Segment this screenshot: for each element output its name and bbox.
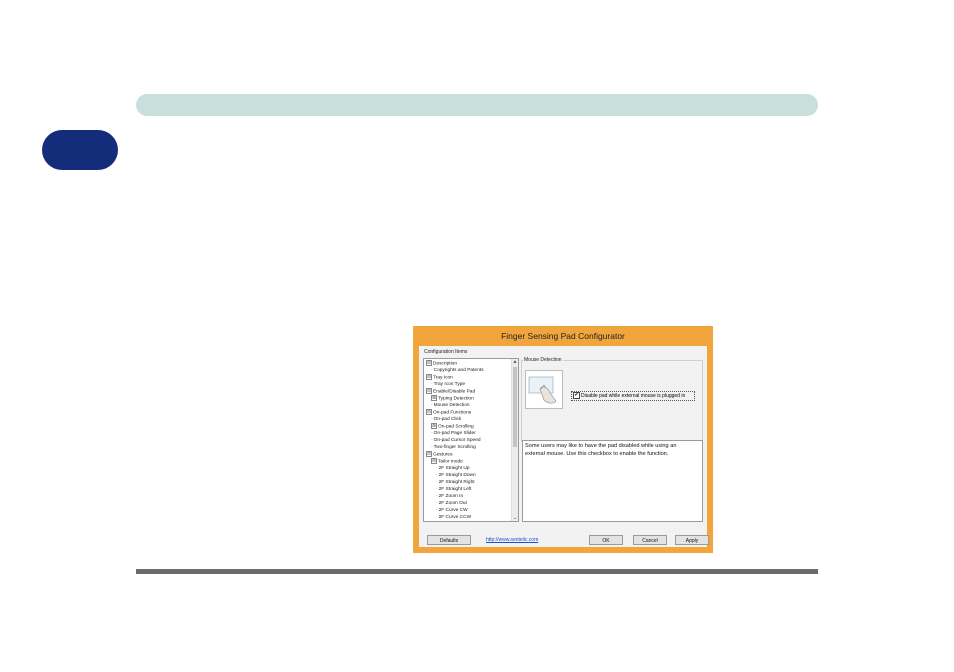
tree-item[interactable]: -2F Zoom Out [424,500,512,507]
tree-item[interactable]: -Two-finger Scrolling [424,444,512,451]
tree-item-label: Enable/Disable Pad [433,389,476,395]
tree-item-label: On-pad Functions [433,410,472,416]
scroll-thumb[interactable] [513,367,517,447]
tree-item[interactable]: ⊟ Tailor mode [424,458,512,465]
tree-connector-icon: - [431,431,433,436]
tree-connector-icon: - [436,494,438,499]
tree-item-label: Tray Icon Type [433,382,466,387]
tree-item[interactable]: -On-pad Cursor Speed [424,437,512,444]
tree-connector-icon: - [431,403,433,408]
tree-item-label: Mouse Detection [433,403,470,408]
tree-item-label: 2F Zoom In [438,494,464,499]
tree-item[interactable]: ⊟ Enable/Disable Pad [424,388,512,395]
tree-item-label: 2F Straight Up [438,466,470,471]
ok-button[interactable]: OK [589,535,623,545]
tree-item[interactable]: ⊟ Tray Icon [424,374,512,381]
expand-icon[interactable]: ⊞ [431,423,437,429]
footer-rule [136,569,818,574]
tree-item-label: Two-finger Scrolling [433,445,476,450]
touchpad-illustration-icon [525,370,563,409]
tree-item-label: Description [433,361,457,367]
tree-items: ⊟ Description -Copyrights and Patents ⊟ Tray… [424,360,512,521]
disable-pad-checkbox-row[interactable]: ✔ Disable pad while external mouse is plu… [571,391,695,401]
tree-connector-icon: - [431,445,433,450]
tree-connector-icon: - [436,515,438,520]
checkbox-label: Disable pad while external mouse is plug… [581,393,686,399]
tree-connector-icon: - [436,480,438,485]
expand-icon[interactable]: ⊞ [431,395,437,401]
tree-item[interactable]: ⊟ Description [424,360,512,367]
tree-item-label: Typing Detection [438,396,474,402]
tree-item[interactable]: -On-pad Page Slider [424,430,512,437]
tree-item-label: 2F Zoom Out [438,501,467,506]
config-items-label: Configuration Items [424,349,468,355]
scroll-up-icon[interactable]: ▲ [512,359,518,365]
tree-item[interactable]: -On-pad Click [424,416,512,423]
tree-item[interactable]: -2F Straight Down [424,472,512,479]
tree-item-label: Tray Icon [433,375,453,381]
tree-item-label: On-pad Cursor Speed [433,438,481,443]
tree-item[interactable]: -2F Zoom In [424,493,512,500]
tree-connector-icon: - [436,501,438,506]
description-text: Some users may like to have the pad disa… [525,443,677,457]
tree-connector-icon: - [436,508,438,513]
page-header-bar [136,94,818,116]
tree-item-label: 2F Curve CW [438,508,468,513]
tree-item-label: Copyrights and Patents [433,368,484,373]
cancel-button[interactable]: Cancel [633,535,667,545]
configurator-dialog: Finger Sensing Pad Configurator Configur… [413,326,713,553]
tree-item-label: On-pad Scrolling [438,424,474,430]
collapse-icon[interactable]: ⊟ [426,374,432,380]
tree-connector-icon: - [436,487,438,492]
tree-connector-icon: - [436,466,438,471]
tree-item-label: 2F Straight Down [438,473,476,478]
tree-item[interactable]: -Copyrights and Patents [424,367,512,374]
collapse-icon[interactable]: ⊟ [426,388,432,394]
tree-item-label: Gestures [433,452,453,458]
collapse-icon[interactable]: ⊟ [426,409,432,415]
disable-pad-checkbox[interactable]: ✔ [573,392,580,400]
tree-item-label: 2F Straight Left [438,487,472,492]
tree-item-label: 2F Straight Right [438,480,475,485]
tree-item[interactable]: -2F Straight Right [424,479,512,486]
tree-connector-icon: - [431,382,433,387]
dialog-title: Finger Sensing Pad Configurator [501,331,625,341]
tree-item[interactable]: -2F Curve CW [424,507,512,514]
collapse-icon[interactable]: ⊟ [426,360,432,366]
tree-connector-icon: - [431,417,433,422]
tree-item[interactable]: -2F Curve CCW [424,514,512,521]
tree-item[interactable]: -2F Straight Up [424,465,512,472]
tree-connector-icon: - [431,368,433,373]
tree-item[interactable]: -Tray Icon Type [424,381,512,388]
website-link[interactable]: http://www.sentelic.com [486,537,538,543]
dialog-body: Configuration Items ⊟ Description -Copyrig… [419,346,709,547]
description-box: Some users may like to have the pad disa… [522,440,703,522]
apply-button[interactable]: Apply [675,535,709,545]
tree-item-label: 2F Curve CCW [438,515,472,520]
tree-item[interactable]: -Mouse Detection [424,402,512,409]
tree-item-label: Tailor mode [438,459,463,465]
tree-item[interactable]: ⊟ On-pad Functions [424,409,512,416]
chapter-tab [42,130,118,170]
tree-item[interactable]: ⊞ Typing Detection [424,395,512,402]
group-label: Mouse Detection [523,357,563,363]
tree-item-label: On-pad Click [433,417,462,422]
tree-item[interactable]: ⊟ Gestures [424,451,512,458]
scroll-down-icon[interactable]: ⌄ [512,515,518,521]
tree-connector-icon: - [431,438,433,443]
tree-item[interactable]: -2F Straight Left [424,486,512,493]
tree-item-label: On-pad Page Slider [433,431,476,436]
defaults-button[interactable]: Defaults [427,535,471,545]
collapse-icon[interactable]: ⊟ [431,458,437,464]
tree-item[interactable]: ⊞ On-pad Scrolling [424,423,512,430]
tree-scrollbar[interactable]: ▲ ⌄ [511,359,518,521]
collapse-icon[interactable]: ⊟ [426,451,432,457]
tree-connector-icon: - [436,473,438,478]
config-tree[interactable]: ⊟ Description -Copyrights and Patents ⊟ Tray… [423,358,519,522]
